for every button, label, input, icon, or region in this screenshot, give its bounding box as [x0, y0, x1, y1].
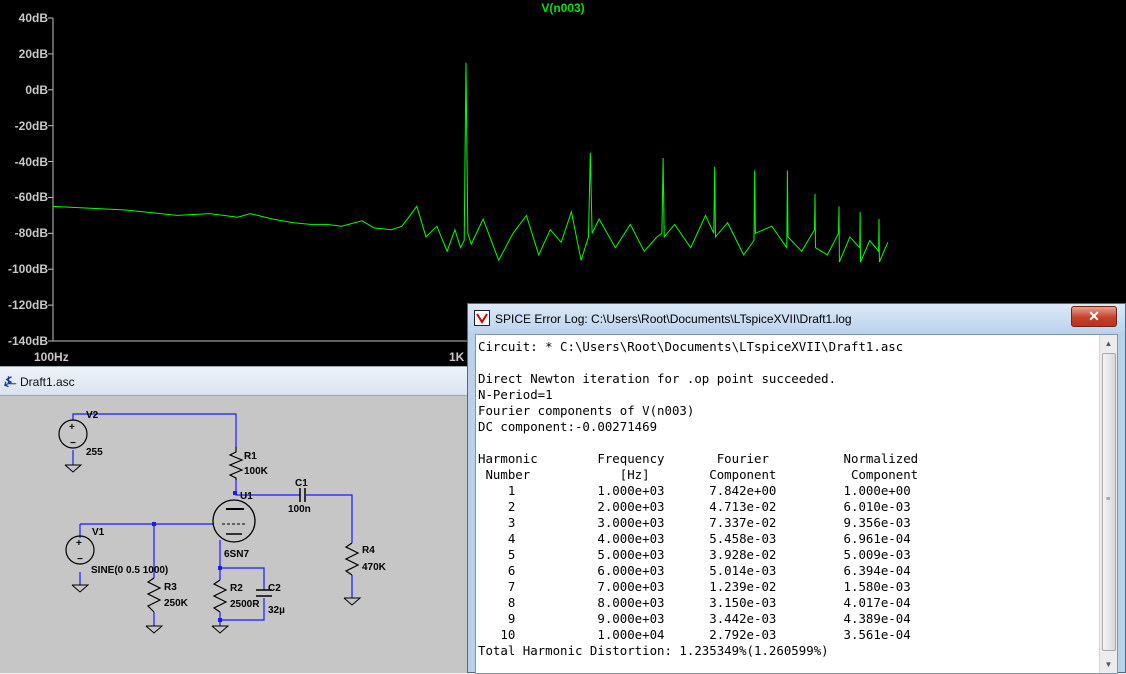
close-button[interactable]: ✕ — [1071, 306, 1117, 327]
scroll-up-arrow-icon[interactable]: ▲ — [1100, 335, 1117, 352]
svg-text:100n: 100n — [288, 504, 311, 515]
svg-text:R3: R3 — [164, 582, 177, 593]
r1-resistor[interactable] — [228, 447, 244, 480]
y-tick-label: 20dB — [18, 46, 48, 61]
svg-text:V1: V1 — [92, 527, 105, 538]
svg-text:470K: 470K — [362, 562, 387, 573]
ltspice-icon — [474, 310, 490, 326]
x-tick-label: 1K — [449, 350, 465, 364]
svg-text:250K: 250K — [164, 598, 189, 609]
log-line: 6 6.000e+03 5.014e-03 6.394e-04 — [478, 563, 911, 578]
svg-text:+: + — [76, 538, 82, 549]
v2-label: V2 — [86, 410, 99, 421]
y-tick-label: -60dB — [14, 190, 48, 205]
y-tick-label: -40dB — [14, 154, 48, 169]
log-line: 9 9.000e+03 3.442e-03 4.389e-04 — [478, 611, 911, 626]
log-line: Harmonic Frequency Fourier Normalized — [478, 451, 919, 466]
svg-text:−: − — [70, 438, 76, 449]
log-line: 8 8.000e+03 3.150e-03 4.017e-04 — [478, 595, 911, 610]
log-titlebar[interactable]: SPICE Error Log: C:\Users\Root\Documents… — [468, 304, 1125, 332]
log-line: 10 1.000e+04 2.792e-03 3.561e-04 — [478, 627, 911, 642]
log-text[interactable]: Circuit: * C:\Users\Root\Documents\LTspi… — [478, 339, 1098, 659]
y-tick-label: -140dB — [7, 334, 48, 348]
svg-text:32µ: 32µ — [268, 605, 285, 616]
scroll-down-arrow-icon[interactable]: ▼ — [1100, 656, 1117, 673]
log-line: 7 7.000e+03 1.239e-02 1.580e-03 — [478, 579, 911, 594]
log-line: 5 5.000e+03 3.928e-02 5.009e-03 — [478, 547, 911, 562]
svg-text:R1: R1 — [244, 451, 257, 462]
grip-icon: ≡ — [1106, 496, 1111, 503]
log-line: Fourier components of V(n003) — [478, 403, 695, 418]
y-tick-label: -120dB — [7, 298, 48, 313]
log-line: 2 2.000e+03 4.713e-02 6.010e-03 — [478, 499, 911, 514]
schematic-tab-title: Draft1.asc — [20, 375, 75, 389]
svg-text:R2: R2 — [230, 583, 243, 594]
svg-text:+: + — [69, 422, 75, 433]
log-line: Number [Hz] Component Component — [478, 467, 919, 482]
spice-error-log-window[interactable]: SPICE Error Log: C:\Users\Root\Documents… — [467, 303, 1126, 674]
plot-ticks — [48, 17, 53, 342]
svg-text:2500R: 2500R — [230, 599, 260, 610]
svg-text:R4: R4 — [362, 545, 375, 556]
y-tick-label: -80dB — [14, 226, 48, 241]
svg-text:U1: U1 — [240, 491, 253, 502]
svg-text:6SN7: 6SN7 — [224, 549, 249, 560]
log-line: 4 4.000e+03 5.458e-03 6.961e-04 — [478, 531, 911, 546]
x-tick-label: 100Hz — [34, 350, 69, 364]
trace-line — [52, 62, 889, 263]
v2-value: 255 — [86, 447, 103, 458]
log-line: DC component:-0.00271469 — [478, 419, 658, 434]
svg-text:C2: C2 — [268, 583, 281, 594]
schematic-canvas[interactable]: + − V2 255 R1 100K U1 6SN7 C1 100n R4 47… — [0, 396, 470, 673]
schematic-drawing[interactable]: + − V2 255 R1 100K U1 6SN7 C1 100n R4 47… — [0, 396, 470, 673]
y-tick-label: 40dB — [18, 11, 48, 25]
svg-text:100K: 100K — [244, 466, 269, 477]
vertical-scrollbar[interactable]: ▲ ≡ ▼ — [1099, 335, 1117, 673]
log-window-title: SPICE Error Log: C:\Users\Root\Documents… — [495, 312, 852, 326]
log-line: N-Period=1 — [478, 387, 553, 402]
log-line: Direct Newton iteration for .op point su… — [478, 371, 837, 386]
scrollbar-thumb[interactable]: ≡ — [1102, 353, 1116, 651]
schematic-tab[interactable]: ⍼ Draft1.asc — [0, 366, 470, 396]
log-line: Circuit: * C:\Users\Root\Documents\LTspi… — [478, 339, 904, 354]
schematic-icon: ⍼ — [4, 373, 17, 389]
y-tick-label: -100dB — [7, 262, 48, 277]
c1-capacitor[interactable] — [299, 488, 306, 502]
trace-title[interactable]: V(n003) — [0, 1, 1126, 15]
y-tick-label: -20dB — [14, 118, 48, 133]
svg-text:C1: C1 — [295, 478, 308, 489]
svg-text:−: − — [77, 554, 83, 565]
log-line: Total Harmonic Distortion: 1.235349%(1.2… — [478, 643, 829, 658]
y-tick-label: 0dB — [25, 82, 48, 97]
log-content-area[interactable]: Circuit: * C:\Users\Root\Documents\LTspi… — [475, 334, 1118, 674]
log-line: 1 1.000e+03 7.842e+00 1.000e+00 — [478, 483, 911, 498]
svg-text:SINE(0 0.5 1000): SINE(0 0.5 1000) — [91, 565, 168, 576]
log-line: 3 3.000e+03 7.337e-02 9.356e-03 — [478, 515, 911, 530]
